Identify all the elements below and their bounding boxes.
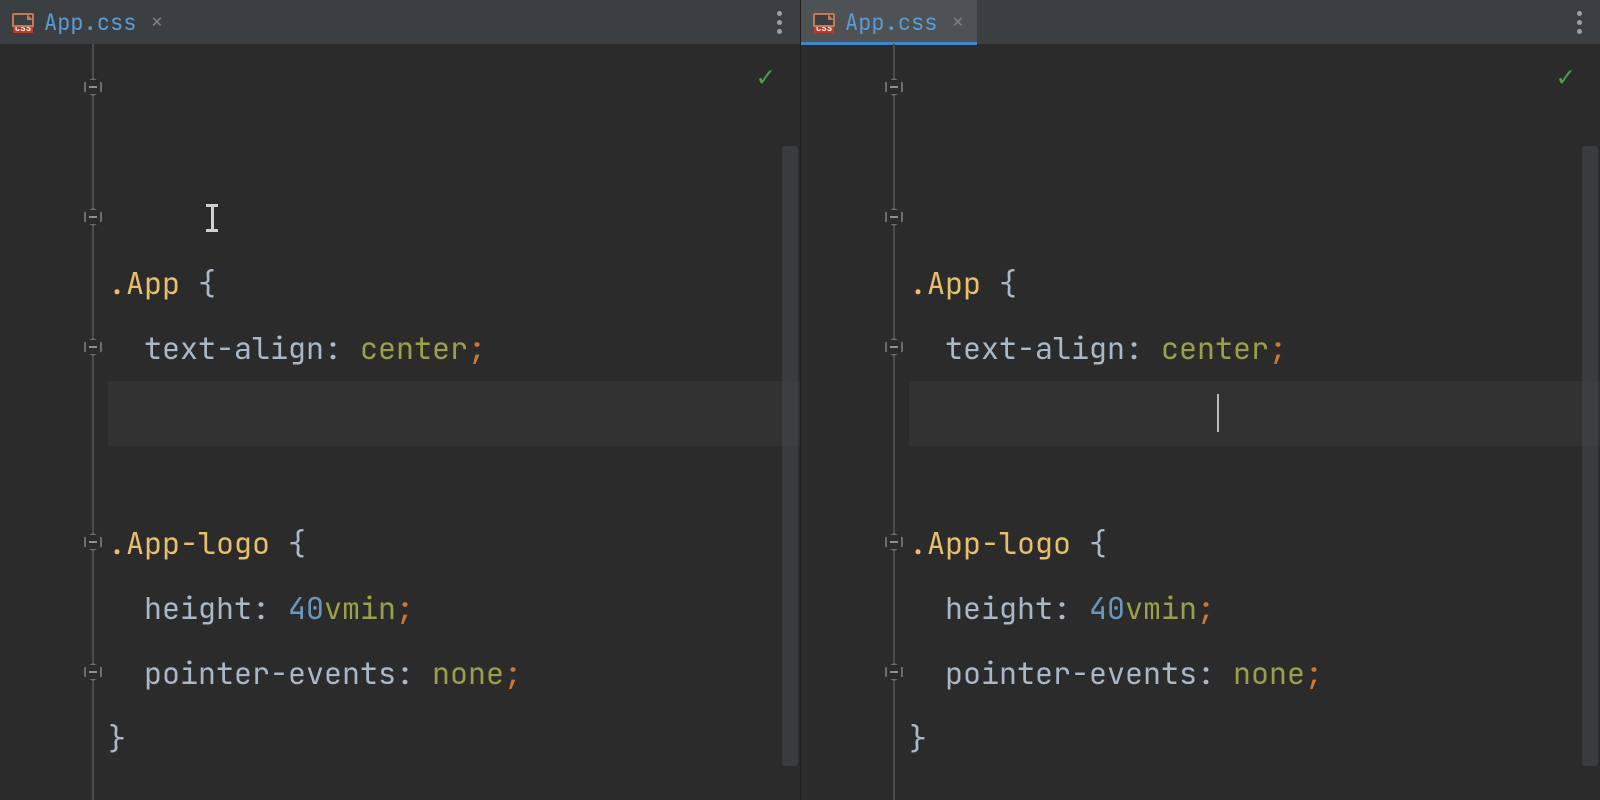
gutter [0, 44, 108, 800]
text-caret [1217, 394, 1219, 432]
kebab-menu-icon[interactable] [777, 0, 782, 44]
code-editor[interactable]: .App { text-align: center;} .App-logo { … [801, 44, 1600, 800]
fold-marker-icon[interactable] [885, 338, 903, 356]
tab-app-css[interactable]: CSS App.css × [0, 0, 176, 44]
current-line-highlight [108, 381, 800, 446]
gutter [801, 44, 909, 800]
fold-marker-icon[interactable] [84, 78, 102, 96]
code-area[interactable]: .App { text-align: center;} .App-logo { … [909, 44, 1600, 800]
css-file-icon: CSS [10, 11, 36, 33]
kebab-menu-icon[interactable] [1577, 0, 1582, 44]
scrollbar[interactable] [1582, 96, 1598, 800]
scrollbar[interactable] [782, 96, 798, 800]
tab-bar: CSS App.css × [0, 0, 800, 44]
fold-marker-icon[interactable] [885, 663, 903, 681]
close-icon[interactable]: × [150, 11, 163, 33]
tab-filename: App.css [845, 8, 937, 37]
text-cursor-icon [206, 204, 218, 232]
code-text: .App { text-align: center;} .App-logo { … [108, 251, 800, 800]
fold-marker-icon[interactable] [84, 663, 102, 681]
css-file-icon: CSS [811, 11, 837, 33]
editor-pane-left: CSS App.css × ✓ .App { text-align: cente… [0, 0, 800, 800]
code-editor[interactable]: .App { text-align: center;} .App-logo { … [0, 44, 800, 800]
current-line-highlight [909, 381, 1600, 446]
tab-bar: CSS App.css × [801, 0, 1600, 44]
close-icon[interactable]: × [951, 11, 964, 33]
fold-marker-icon[interactable] [84, 338, 102, 356]
fold-marker-icon[interactable] [885, 78, 903, 96]
code-area[interactable]: .App { text-align: center;} .App-logo { … [108, 44, 800, 800]
editor-pane-right: CSS App.css × ✓ .App { text-align: cente… [800, 0, 1600, 800]
fold-marker-icon[interactable] [885, 208, 903, 226]
fold-marker-icon[interactable] [885, 533, 903, 551]
tab-app-css[interactable]: CSS App.css × [801, 0, 977, 44]
fold-marker-icon[interactable] [84, 533, 102, 551]
fold-marker-icon[interactable] [84, 208, 102, 226]
tab-filename: App.css [44, 8, 136, 37]
code-text: .App { text-align: center;} .App-logo { … [909, 251, 1600, 800]
